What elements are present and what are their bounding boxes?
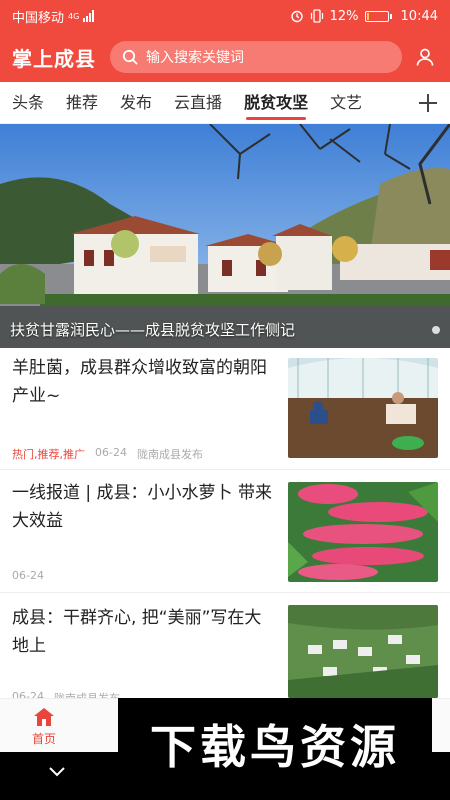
news-title: 一线报道 | 成县：小小水萝卜 带来大效益 xyxy=(12,483,272,531)
news-thumbnail xyxy=(288,605,438,698)
news-meta: 热门,推荐,推广 06-24 陇南成县发布 xyxy=(12,446,203,462)
news-date: 06-24 xyxy=(95,446,127,459)
home-icon xyxy=(34,708,54,726)
battery-percent: 12% xyxy=(329,8,359,24)
hero-caption: 扶贫甘露润民心——成县脱贫攻坚工作侧记 xyxy=(10,321,296,339)
tab-recommend[interactable]: 推荐 xyxy=(66,82,98,124)
nav-home[interactable]: 首页 xyxy=(24,707,64,747)
signal-icon xyxy=(83,10,95,22)
app-screen: 中国移动 4G 12% 10:44 掌上成县 输入搜索关键词 头条 推荐 发布 … xyxy=(0,0,450,800)
add-tab-icon[interactable] xyxy=(416,91,440,115)
collapse-icon[interactable] xyxy=(48,766,66,778)
tab-headlines[interactable]: 头条 xyxy=(12,82,44,124)
news-date: 06-24 xyxy=(12,569,44,582)
battery-icon xyxy=(364,10,392,22)
app-header: 掌上成县 输入搜索关键词 xyxy=(0,32,450,82)
news-meta: 06-24 xyxy=(12,569,44,582)
alarm-icon xyxy=(290,10,303,23)
search-bar[interactable]: 输入搜索关键词 xyxy=(110,41,402,73)
status-bar: 中国移动 4G 12% 10:44 xyxy=(0,0,450,32)
watermark-logo: 下载鸟资源 xyxy=(118,698,432,790)
carrier-info: 中国移动 4G xyxy=(12,7,95,26)
news-thumbnail xyxy=(288,358,438,458)
news-item[interactable]: 一线报道 | 成县：小小水萝卜 带来大效益 06-24 xyxy=(0,471,450,593)
hero-image xyxy=(0,124,450,348)
network-type: 4G xyxy=(68,11,80,21)
tab-live[interactable]: 云直播 xyxy=(174,82,222,124)
tab-arts[interactable]: 文艺 xyxy=(330,82,362,124)
news-source: 陇南成县发布 xyxy=(136,448,203,461)
news-item[interactable]: 羊肚菌，成县群众增收致富的朝阳产业~ 热门,推荐,推广 06-24 陇南成县发布 xyxy=(0,348,450,470)
news-tags: 热门,推荐,推广 xyxy=(12,448,85,461)
news-thumbnail xyxy=(288,482,438,582)
search-placeholder: 输入搜索关键词 xyxy=(146,50,244,66)
tab-publish[interactable]: 发布 xyxy=(120,82,152,124)
nav-home-label: 首页 xyxy=(31,732,56,746)
vibrate-icon xyxy=(310,9,323,23)
clock: 10:44 xyxy=(400,8,438,24)
news-item[interactable]: 成县：干群齐心, 把“美丽”写在大地上 06-24 陇南成县发布 xyxy=(0,594,450,705)
category-tabs: 头条 推荐 发布 云直播 脱贫攻坚 文艺 xyxy=(0,82,450,124)
news-title: 羊肚菌，成县群众增收致富的朝阳产业~ xyxy=(12,358,267,406)
news-title: 成县：干群齐心, 把“美丽”写在大地上 xyxy=(12,608,262,656)
hero-banner[interactable]: 扶贫甘露润民心——成县脱贫攻坚工作侧记 xyxy=(0,124,450,348)
user-icon xyxy=(416,48,434,66)
search-icon xyxy=(122,49,138,65)
carousel-indicator xyxy=(432,326,440,334)
tab-poverty-alleviation[interactable]: 脱贫攻坚 xyxy=(244,82,308,124)
carrier-name: 中国移动 xyxy=(12,10,65,26)
user-button[interactable] xyxy=(412,44,438,70)
app-title: 掌上成县 xyxy=(12,46,96,71)
